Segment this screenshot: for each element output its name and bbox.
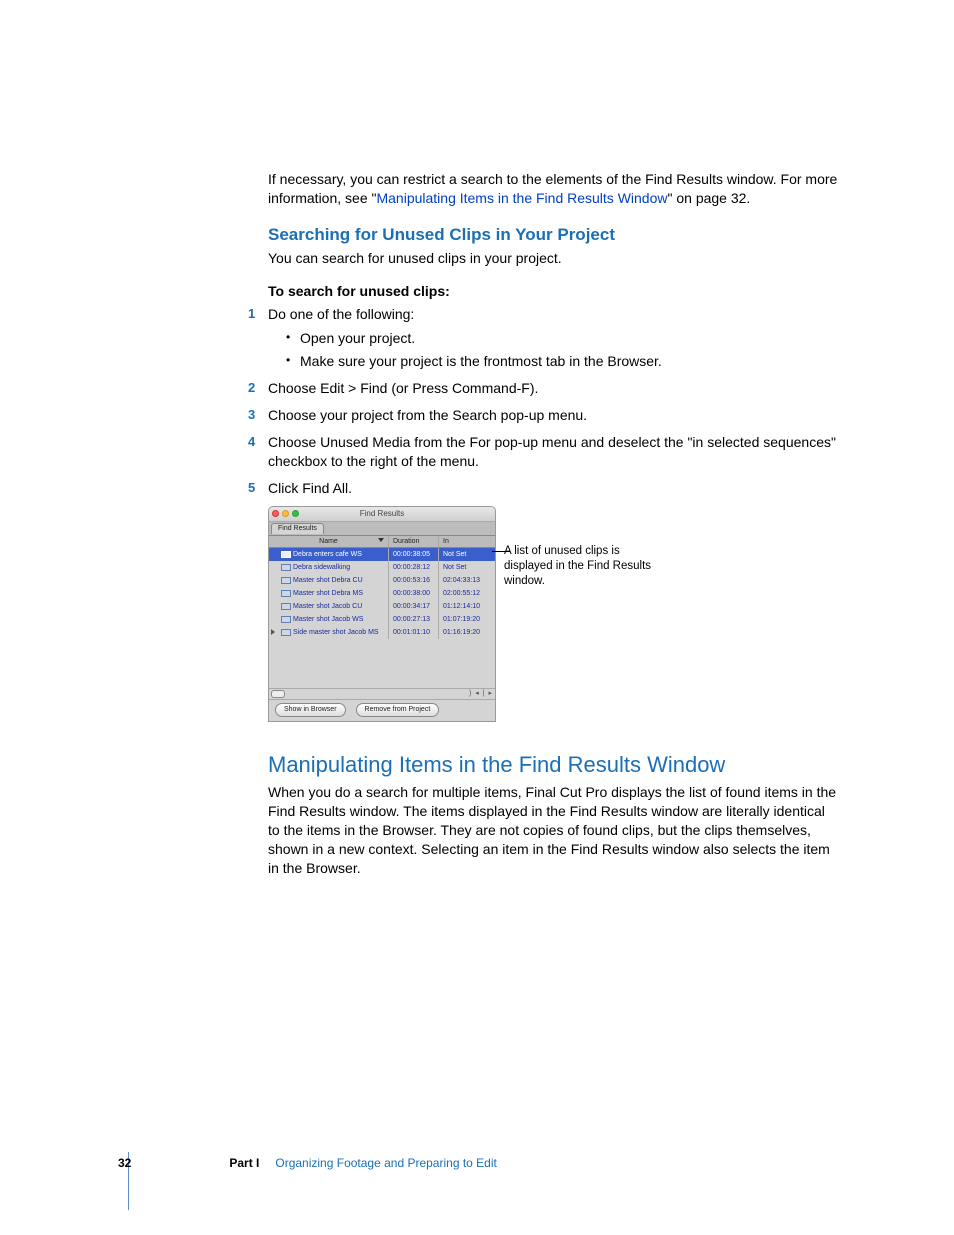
- cell-name: Side master shot Jacob MS: [269, 626, 389, 639]
- step-number: 3: [248, 406, 255, 424]
- step-text: Choose Edit > Find (or Press Command-F).: [268, 380, 538, 396]
- step-number: 1: [248, 305, 255, 323]
- cell-name: Debra sidewalking: [269, 561, 389, 574]
- section2-body: When you do a search for multiple items,…: [268, 783, 838, 877]
- zoom-icon[interactable]: [292, 510, 299, 517]
- remove-from-project-button[interactable]: Remove from Project: [356, 703, 440, 716]
- zoom-control[interactable]: [271, 690, 285, 698]
- clip-name: Master shot Jacob CU: [293, 601, 362, 612]
- clip-icon: [281, 629, 291, 636]
- cell-in: Not Set: [439, 561, 495, 574]
- cell-duration: 00:00:34:17: [389, 600, 439, 613]
- clip-icon: [281, 551, 291, 558]
- table-row[interactable]: Side master shot Jacob MS 00:01:01:1001:1…: [269, 626, 495, 639]
- step-item: 5Click Find All.: [268, 479, 838, 498]
- clip-icon: [281, 616, 291, 623]
- cell-in: 01:07:19:20: [439, 613, 495, 626]
- steps-list: 1Do one of the following:Open your proje…: [268, 305, 838, 498]
- clip-icon: [281, 564, 291, 571]
- table-row[interactable]: Master shot Jacob WS 00:00:27:1301:07:19:…: [269, 613, 495, 626]
- substep-list: Open your project. Make sure your project…: [286, 329, 838, 371]
- table-row[interactable]: Master shot Jacob CU 00:00:34:1701:12:14:…: [269, 600, 495, 613]
- cell-name: Master shot Jacob CU: [269, 600, 389, 613]
- clip-name: Debra sidewalking: [293, 562, 350, 573]
- show-in-browser-button[interactable]: Show in Browser: [275, 703, 346, 716]
- section-heading-manipulating: Manipulating Items in the Find Results W…: [268, 750, 838, 780]
- clip-icon: [281, 603, 291, 610]
- tab-bar: Find Results: [269, 522, 495, 536]
- traffic-lights: [272, 510, 299, 517]
- step-text: Choose Unused Media from the For pop-up …: [268, 434, 836, 469]
- cell-duration: 00:00:27:13: [389, 613, 439, 626]
- cell-duration: 00:00:28:12: [389, 561, 439, 574]
- part-label: Part I: [229, 1156, 259, 1170]
- step-text: Click Find All.: [268, 480, 352, 496]
- step-item: 2Choose Edit > Find (or Press Command-F)…: [268, 379, 838, 398]
- clip-name: Master shot Debra CU: [293, 575, 363, 586]
- cell-in: Not Set: [439, 548, 495, 561]
- clip-name: Master shot Jacob WS: [293, 614, 363, 625]
- cell-in: 01:12:14:10: [439, 600, 495, 613]
- cell-duration: 00:00:38:05: [389, 548, 439, 561]
- minimize-icon[interactable]: [282, 510, 289, 517]
- col-duration-header[interactable]: Duration: [389, 536, 439, 547]
- page-footer: 32 Part I Organizing Footage and Prepari…: [118, 1156, 497, 1170]
- cell-in: 02:00:55:12: [439, 587, 495, 600]
- section-heading-searching: Searching for Unused Clips in Your Proje…: [268, 224, 838, 247]
- button-bar: Show in Browser Remove from Project: [269, 699, 495, 720]
- cell-in: 01:16:19:20: [439, 626, 495, 639]
- section1-lead: You can search for unused clips in your …: [268, 249, 838, 268]
- cell-name: Debra enters cafe WS: [269, 548, 389, 561]
- intro-text-b: " on page 32.: [668, 190, 751, 206]
- clip-icon: [281, 590, 291, 597]
- table-row[interactable]: Master shot Debra CU 00:00:53:1602:04:33:…: [269, 574, 495, 587]
- cell-duration: 00:01:01:10: [389, 626, 439, 639]
- cell-duration: 00:00:38:00: [389, 587, 439, 600]
- table-body: Debra enters cafe WS00:00:38:05Not SetDe…: [269, 548, 495, 688]
- table-row[interactable]: Debra enters cafe WS 00:00:38:05Not Set: [269, 548, 495, 561]
- step-number: 2: [248, 379, 255, 397]
- page-number: 32: [118, 1156, 131, 1170]
- find-results-window: Find Results Find Results Name Duration …: [268, 506, 496, 722]
- col-in-header[interactable]: In: [439, 536, 495, 547]
- cell-in: 02:04:33:13: [439, 574, 495, 587]
- intro-paragraph: If necessary, you can restrict a search …: [268, 170, 838, 208]
- table-header: Name Duration In: [269, 536, 495, 548]
- cell-name: Master shot Debra CU: [269, 574, 389, 587]
- figure-annotation: A list of unused clips is displayed in t…: [504, 506, 664, 589]
- substep-item: Open your project.: [286, 329, 838, 348]
- cell-duration: 00:00:53:16: [389, 574, 439, 587]
- clip-icon: [281, 577, 291, 584]
- window-titlebar[interactable]: Find Results: [269, 507, 495, 522]
- page: If necessary, you can restrict a search …: [0, 0, 954, 1235]
- substep-item: Make sure your project is the frontmost …: [286, 352, 838, 371]
- clip-name: Side master shot Jacob MS: [293, 627, 379, 638]
- window-title: Find Results: [360, 509, 404, 518]
- sort-indicator-icon: [378, 538, 384, 542]
- step-text: Choose your project from the Search pop-…: [268, 407, 587, 423]
- close-icon[interactable]: [272, 510, 279, 517]
- content-area: If necessary, you can restrict a search …: [268, 170, 838, 878]
- cross-ref-link[interactable]: Manipulating Items in the Find Results W…: [376, 190, 667, 206]
- cell-name: Master shot Debra MS: [269, 587, 389, 600]
- task-heading: To search for unused clips:: [268, 282, 838, 301]
- table-row[interactable]: Master shot Debra MS 00:00:38:0002:00:55:…: [269, 587, 495, 600]
- find-results-figure: Find Results Find Results Name Duration …: [268, 506, 838, 722]
- step-item: 3Choose your project from the Search pop…: [268, 406, 838, 425]
- tab-find-results[interactable]: Find Results: [271, 523, 324, 534]
- step-number: 4: [248, 433, 255, 451]
- scroll-arrows-icon[interactable]: ) ◂ | ▸: [469, 689, 493, 698]
- cell-name: Master shot Jacob WS: [269, 613, 389, 626]
- status-bar: ) ◂ | ▸: [269, 688, 495, 699]
- step-item: 4Choose Unused Media from the For pop-up…: [268, 433, 838, 471]
- part-title: Organizing Footage and Preparing to Edit: [275, 1156, 496, 1170]
- clip-name: Debra enters cafe WS: [293, 549, 362, 560]
- clip-name: Master shot Debra MS: [293, 588, 363, 599]
- step-text: Do one of the following:: [268, 306, 414, 322]
- table-row[interactable]: Debra sidewalking 00:00:28:12Not Set: [269, 561, 495, 574]
- step-number: 5: [248, 479, 255, 497]
- col-name-header[interactable]: Name: [269, 536, 389, 547]
- step-item: 1Do one of the following:Open your proje…: [268, 305, 838, 372]
